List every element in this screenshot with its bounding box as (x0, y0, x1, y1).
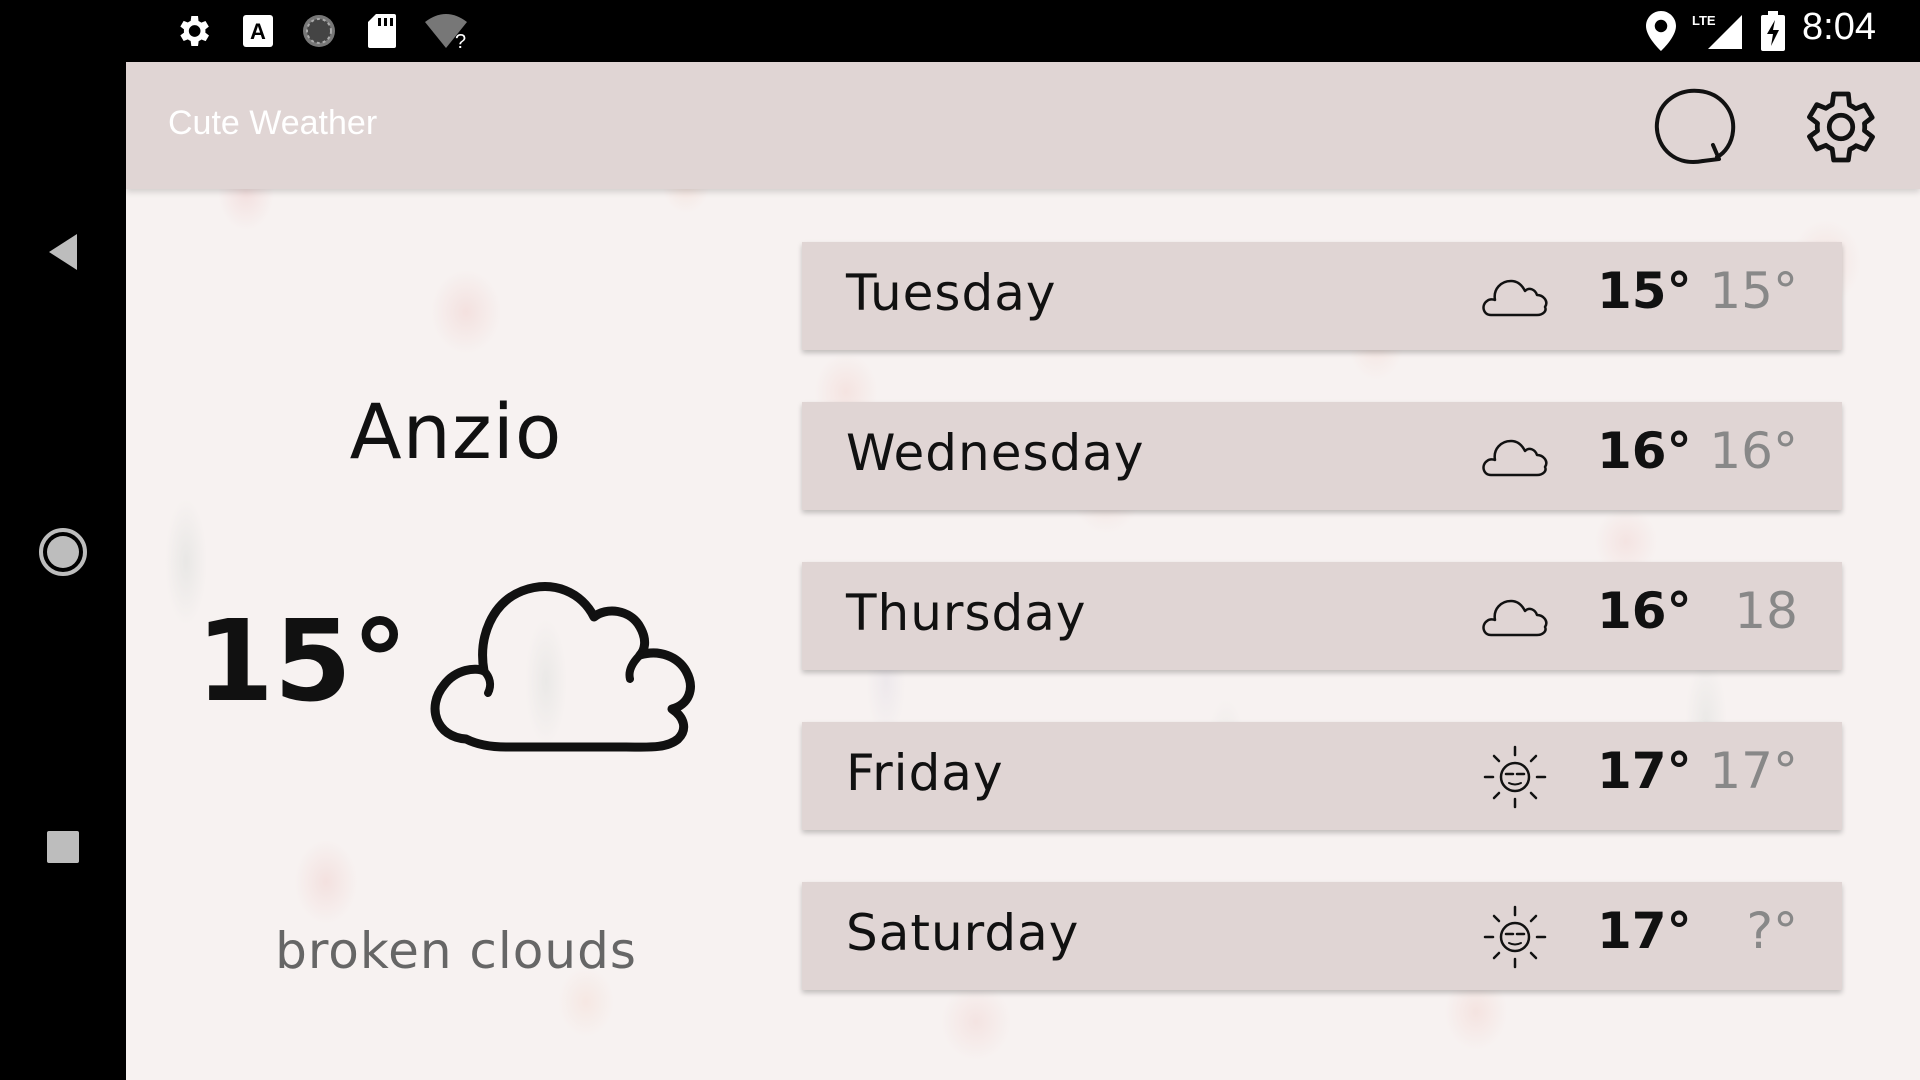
wifi-unknown-icon: ? (422, 12, 470, 50)
battery-charging-icon (1758, 11, 1788, 51)
forecast-row[interactable]: Thursday 16° 18 (802, 562, 1842, 670)
recents-button[interactable] (0, 797, 126, 897)
forecast-high: 17° (1597, 742, 1692, 800)
settings-gear-icon (172, 12, 214, 50)
forecast-low: 17° (1709, 742, 1798, 800)
back-button[interactable] (0, 212, 126, 292)
weather-app: Cute Weather Anzio 15° broken clouds Tue… (126, 62, 1920, 1080)
sync-circle-icon (298, 12, 340, 50)
forecast-low: 15° (1709, 262, 1798, 320)
sun-icon (1480, 742, 1550, 812)
status-time: 8:04 (1802, 6, 1876, 48)
forecast-day: Wednesday (846, 424, 1145, 482)
weather-condition: broken clouds (275, 922, 637, 980)
forecast-row[interactable]: Friday 17° 17° (802, 722, 1842, 830)
forecast-row[interactable]: Saturday 17° ?° (802, 882, 1842, 990)
sd-card-icon (364, 12, 400, 50)
refresh-button[interactable] (1650, 82, 1740, 172)
city-name: Anzio (349, 387, 563, 476)
svg-text:A: A (250, 19, 266, 44)
sun-icon (1480, 902, 1550, 972)
forecast-high: 16° (1597, 582, 1692, 640)
forecast-low: 16° (1709, 422, 1798, 480)
home-circle-icon (39, 528, 87, 576)
forecast-row[interactable]: Tuesday 15° 15° (802, 242, 1842, 350)
forecast-day: Tuesday (846, 264, 1057, 322)
app-title: Cute Weather (168, 104, 378, 142)
current-temperature: 15° (196, 597, 408, 727)
forecast-row[interactable]: Wednesday 16° 16° (802, 402, 1842, 510)
cloud-icon (1480, 262, 1550, 332)
forecast-low: ?° (1746, 902, 1798, 960)
status-bar: A ? LTE 8:04 (0, 0, 1920, 62)
refresh-icon (1654, 88, 1736, 164)
cloud-icon (1480, 582, 1550, 652)
cloud-icon (426, 567, 726, 771)
cell-signal-icon: LTE (1690, 12, 1744, 50)
forecast-high: 17° (1597, 902, 1692, 960)
keyboard-a-icon: A (238, 12, 278, 50)
forecast-high: 16° (1597, 422, 1692, 480)
location-pin-icon (1644, 11, 1678, 51)
back-triangle-icon (49, 234, 77, 270)
forecast-day: Saturday (846, 904, 1080, 962)
forecast-high: 15° (1597, 262, 1692, 320)
forecast-low: 18 (1734, 582, 1798, 640)
settings-button[interactable] (1796, 82, 1886, 172)
network-type-label: LTE (1692, 13, 1716, 28)
cloud-icon (1480, 422, 1550, 492)
forecast-day: Friday (846, 744, 1004, 802)
settings-icon (1807, 91, 1875, 163)
svg-text:?: ? (455, 31, 466, 50)
forecast-day: Thursday (846, 584, 1087, 642)
home-button[interactable] (0, 502, 126, 602)
navigation-bar (0, 62, 126, 1080)
recents-square-icon (47, 831, 79, 863)
toolbar: Cute Weather (126, 62, 1920, 189)
